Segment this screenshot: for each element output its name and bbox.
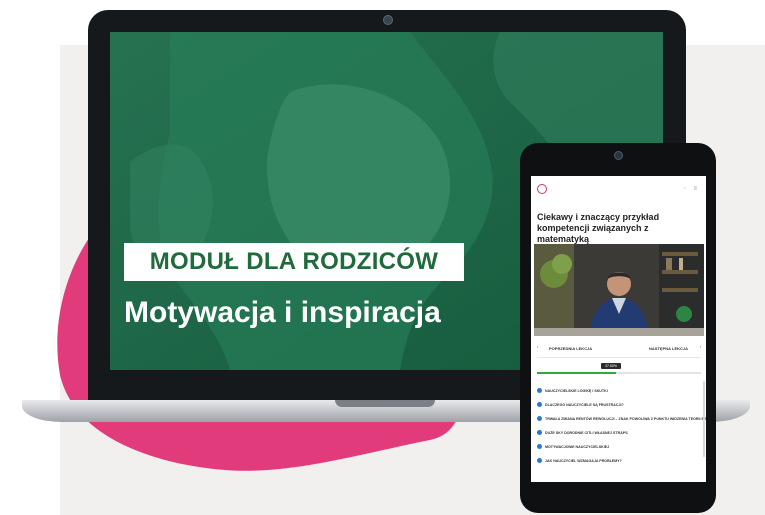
- phone-camera: [614, 151, 623, 160]
- scrollbar[interactable]: [703, 381, 705, 457]
- lesson-check-icon: [537, 444, 542, 449]
- lesson-item-label: DLACZEGO NAUCZYCIELE SĄ FRUSTRACJI?: [545, 403, 624, 407]
- laptop-camera: [383, 15, 393, 25]
- lesson-check-icon: [537, 402, 542, 407]
- phone-screen: ◦ ≡ Ciekawy i znaczący przykład kompeten…: [531, 176, 706, 482]
- prev-lesson-link[interactable]: POPRZEDNIA LEKCJA: [549, 346, 592, 351]
- menu-icon[interactable]: ◦ ≡: [684, 186, 700, 192]
- next-lesson-link[interactable]: NASTĘPNA LEKCJA: [649, 346, 688, 351]
- lesson-navigation: ‹ POPRZEDNIA LEKCJA NASTĘPNA LEKCJA ›: [531, 344, 706, 354]
- lesson-item-label: JAK NAUCZYCIEL WZMAGAJA PROBLEMY?: [545, 459, 622, 463]
- brand-logo-icon[interactable]: [537, 184, 547, 194]
- progress-bar: [537, 372, 701, 374]
- progress-fill: [537, 372, 616, 374]
- chevron-right-icon[interactable]: ›: [700, 344, 701, 349]
- lesson-check-icon: [537, 458, 542, 463]
- lesson-item-label: DUŻE SKY DORODNIE CITLI WŁASNEJ STRAPS: [545, 431, 628, 435]
- lesson-title: Ciekawy i znaczący przykład kompetencji …: [537, 212, 660, 244]
- lesson-video[interactable]: [534, 244, 704, 336]
- laptop-notch: [335, 400, 435, 407]
- lesson-item[interactable]: JAK NAUCZYCIEL WZMAGAJA PROBLEMY?: [537, 458, 697, 472]
- lesson-item[interactable]: NAUCZYCIELSKIE LOGIKĘ I SKUTKI: [537, 388, 697, 402]
- lesson-item-label: TRWAŁA ZMIANA RENTÓW REWOLUCJI – ZNAK PO…: [545, 417, 706, 421]
- lesson-item[interactable]: DLACZEGO NAUCZYCIELE SĄ FRUSTRACJI?: [537, 402, 697, 416]
- lesson-item-label: MOTYWACJONIE NAUCZYCIELSKIEJ: [545, 445, 610, 449]
- lesson-item[interactable]: DUŻE SKY DORODNIE CITLI WŁASNEJ STRAPS: [537, 430, 697, 444]
- lesson-item[interactable]: MOTYWACJONIE NAUCZYCIELSKIEJ: [537, 444, 697, 458]
- lesson-list: NAUCZYCIELSKIE LOGIKĘ I SKUTKI DLACZEGO N…: [537, 388, 706, 472]
- lesson-item-label: NAUCZYCIELSKIE LOGIKĘ I SKUTKI: [545, 389, 608, 393]
- progress-label: 37.50%: [601, 363, 621, 369]
- chevron-left-icon[interactable]: ‹: [537, 344, 538, 349]
- lesson-check-icon: [537, 430, 542, 435]
- divider: [537, 357, 701, 358]
- lesson-check-icon: [537, 416, 542, 421]
- lesson-check-icon: [537, 388, 542, 393]
- lesson-item[interactable]: TRWAŁA ZMIANA RENTÓW REWOLUCJI – ZNAK PO…: [537, 416, 706, 430]
- module-badge: MODUŁ DLA RODZICÓW: [124, 243, 464, 281]
- module-title: Motywacja i inspiracja: [124, 296, 441, 329]
